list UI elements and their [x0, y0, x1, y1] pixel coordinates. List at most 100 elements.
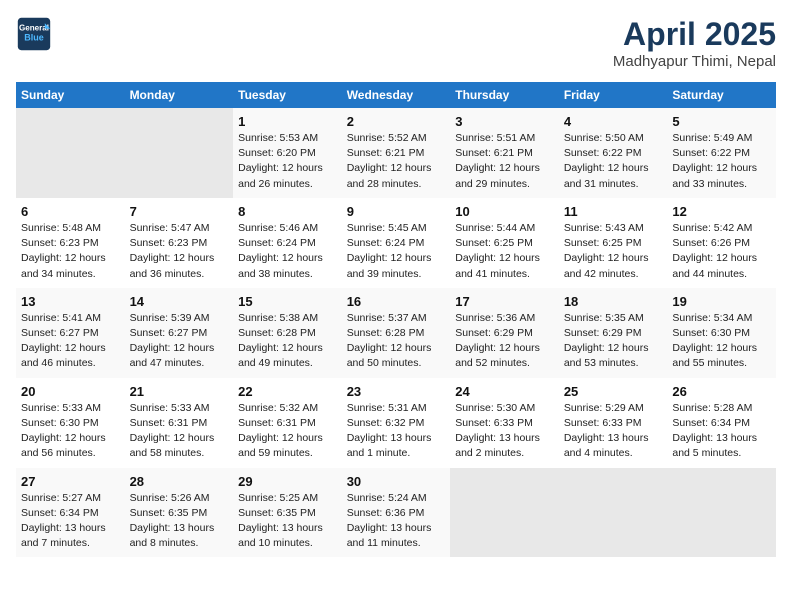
logo: General Blue	[16, 16, 52, 52]
calendar-cell: 11 Sunrise: 5:43 AMSunset: 6:25 PMDayligh…	[559, 198, 668, 288]
calendar-cell: 20 Sunrise: 5:33 AMSunset: 6:30 PMDayligh…	[16, 378, 125, 468]
calendar-cell: 29Sunrise: 5:25 AMSunset: 6:35 PMDayligh…	[233, 468, 342, 558]
day-info: Sunrise: 5:34 AMSunset: 6:30 PMDaylight:…	[672, 311, 771, 372]
day-info: Sunrise: 5:33 AMSunset: 6:30 PMDaylight:…	[21, 401, 120, 462]
day-number: 7	[130, 204, 229, 219]
day-number: 3	[455, 114, 554, 129]
calendar-cell: 3 Sunrise: 5:51 AMSunset: 6:21 PMDaylight…	[450, 108, 559, 198]
day-info: Sunrise: 5:44 AMSunset: 6:25 PMDaylight:…	[455, 221, 554, 282]
calendar-cell: 17Sunrise: 5:36 AMSunset: 6:29 PMDayligh…	[450, 288, 559, 378]
day-info: Sunrise: 5:31 AMSunset: 6:32 PMDaylight:…	[347, 401, 446, 462]
day-info: Sunrise: 5:35 AMSunset: 6:29 PMDaylight:…	[564, 311, 663, 372]
day-number: 20	[21, 384, 120, 399]
day-number: 24	[455, 384, 554, 399]
calendar-cell: 19 Sunrise: 5:34 AMSunset: 6:30 PMDayligh…	[667, 288, 776, 378]
day-number: 19	[672, 294, 771, 309]
calendar-cell: 1 Sunrise: 5:53 AMSunset: 6:20 PMDaylight…	[233, 108, 342, 198]
calendar-table: SundayMondayTuesdayWednesdayThursdayFrid…	[16, 82, 776, 557]
day-info: Sunrise: 5:33 AMSunset: 6:31 PMDaylight:…	[130, 401, 229, 462]
day-number: 1	[238, 114, 337, 129]
day-info: Sunrise: 5:43 AMSunset: 6:25 PMDaylight:…	[564, 221, 663, 282]
svg-text:Blue: Blue	[24, 32, 44, 42]
day-info: Sunrise: 5:26 AMSunset: 6:35 PMDaylight:…	[130, 491, 229, 552]
day-info: Sunrise: 5:52 AMSunset: 6:21 PMDaylight:…	[347, 131, 446, 192]
day-info: Sunrise: 5:42 AMSunset: 6:26 PMDaylight:…	[672, 221, 771, 282]
calendar-cell	[16, 108, 125, 198]
calendar-header: SundayMondayTuesdayWednesdayThursdayFrid…	[16, 82, 776, 108]
calendar-cell: 5Sunrise: 5:49 AMSunset: 6:22 PMDaylight…	[667, 108, 776, 198]
day-info: Sunrise: 5:49 AMSunset: 6:22 PMDaylight:…	[672, 131, 771, 192]
header-saturday: Saturday	[667, 82, 776, 108]
calendar-cell: 4Sunrise: 5:50 AMSunset: 6:22 PMDaylight…	[559, 108, 668, 198]
calendar-cell: 9 Sunrise: 5:45 AMSunset: 6:24 PMDaylight…	[342, 198, 451, 288]
calendar-cell: 21 Sunrise: 5:33 AMSunset: 6:31 PMDayligh…	[125, 378, 234, 468]
day-info: Sunrise: 5:37 AMSunset: 6:28 PMDaylight:…	[347, 311, 446, 372]
day-number: 15	[238, 294, 337, 309]
day-info: Sunrise: 5:47 AMSunset: 6:23 PMDaylight:…	[130, 221, 229, 282]
calendar-cell: 8Sunrise: 5:46 AMSunset: 6:24 PMDaylight…	[233, 198, 342, 288]
calendar-cell	[559, 468, 668, 558]
day-info: Sunrise: 5:53 AMSunset: 6:20 PMDaylight:…	[238, 131, 337, 192]
calendar-cell: 16 Sunrise: 5:37 AMSunset: 6:28 PMDayligh…	[342, 288, 451, 378]
day-number: 9	[347, 204, 446, 219]
calendar-cell	[450, 468, 559, 558]
day-number: 18	[564, 294, 663, 309]
day-number: 25	[564, 384, 663, 399]
day-number: 11	[564, 204, 663, 219]
day-info: Sunrise: 5:46 AMSunset: 6:24 PMDaylight:…	[238, 221, 337, 282]
page-subtitle: Madhyapur Thimi, Nepal	[613, 53, 776, 70]
day-info: Sunrise: 5:27 AMSunset: 6:34 PMDaylight:…	[21, 491, 120, 552]
day-number: 10	[455, 204, 554, 219]
day-info: Sunrise: 5:36 AMSunset: 6:29 PMDaylight:…	[455, 311, 554, 372]
day-info: Sunrise: 5:28 AMSunset: 6:34 PMDaylight:…	[672, 401, 771, 462]
header-thursday: Thursday	[450, 82, 559, 108]
calendar-cell: 25 Sunrise: 5:29 AMSunset: 6:33 PMDayligh…	[559, 378, 668, 468]
week-row-4: 20 Sunrise: 5:33 AMSunset: 6:30 PMDayligh…	[16, 378, 776, 468]
calendar-cell: 13 Sunrise: 5:41 AMSunset: 6:27 PMDayligh…	[16, 288, 125, 378]
day-number: 30	[347, 474, 446, 489]
calendar-cell: 10 Sunrise: 5:44 AMSunset: 6:25 PMDayligh…	[450, 198, 559, 288]
calendar-cell: 15Sunrise: 5:38 AMSunset: 6:28 PMDayligh…	[233, 288, 342, 378]
day-info: Sunrise: 5:51 AMSunset: 6:21 PMDaylight:…	[455, 131, 554, 192]
title-area: April 2025 Madhyapur Thimi, Nepal	[613, 16, 776, 70]
svg-text:General: General	[19, 23, 49, 32]
day-number: 13	[21, 294, 120, 309]
week-row-2: 6Sunrise: 5:48 AMSunset: 6:23 PMDaylight…	[16, 198, 776, 288]
calendar-cell: 18 Sunrise: 5:35 AMSunset: 6:29 PMDayligh…	[559, 288, 668, 378]
day-info: Sunrise: 5:29 AMSunset: 6:33 PMDaylight:…	[564, 401, 663, 462]
day-number: 28	[130, 474, 229, 489]
calendar-cell: 12 Sunrise: 5:42 AMSunset: 6:26 PMDayligh…	[667, 198, 776, 288]
day-number: 22	[238, 384, 337, 399]
day-number: 21	[130, 384, 229, 399]
day-number: 23	[347, 384, 446, 399]
calendar-cell: 30Sunrise: 5:24 AMSunset: 6:36 PMDayligh…	[342, 468, 451, 558]
day-info: Sunrise: 5:45 AMSunset: 6:24 PMDaylight:…	[347, 221, 446, 282]
day-number: 16	[347, 294, 446, 309]
page-title: April 2025	[613, 16, 776, 53]
header-friday: Friday	[559, 82, 668, 108]
header: General Blue April 2025 Madhyapur Thimi,…	[16, 16, 776, 70]
day-number: 4	[564, 114, 663, 129]
day-info: Sunrise: 5:32 AMSunset: 6:31 PMDaylight:…	[238, 401, 337, 462]
day-info: Sunrise: 5:39 AMSunset: 6:27 PMDaylight:…	[130, 311, 229, 372]
calendar-cell: 26 Sunrise: 5:28 AMSunset: 6:34 PMDayligh…	[667, 378, 776, 468]
header-monday: Monday	[125, 82, 234, 108]
calendar-cell: 28 Sunrise: 5:26 AMSunset: 6:35 PMDayligh…	[125, 468, 234, 558]
calendar-cell: 22 Sunrise: 5:32 AMSunset: 6:31 PMDayligh…	[233, 378, 342, 468]
calendar-cell: 7 Sunrise: 5:47 AMSunset: 6:23 PMDaylight…	[125, 198, 234, 288]
week-row-3: 13 Sunrise: 5:41 AMSunset: 6:27 PMDayligh…	[16, 288, 776, 378]
day-info: Sunrise: 5:41 AMSunset: 6:27 PMDaylight:…	[21, 311, 120, 372]
calendar-cell: 23 Sunrise: 5:31 AMSunset: 6:32 PMDayligh…	[342, 378, 451, 468]
calendar-cell: 14 Sunrise: 5:39 AMSunset: 6:27 PMDayligh…	[125, 288, 234, 378]
calendar-cell	[125, 108, 234, 198]
day-number: 6	[21, 204, 120, 219]
day-number: 26	[672, 384, 771, 399]
logo-icon: General Blue	[16, 16, 52, 52]
header-wednesday: Wednesday	[342, 82, 451, 108]
day-number: 14	[130, 294, 229, 309]
day-info: Sunrise: 5:30 AMSunset: 6:33 PMDaylight:…	[455, 401, 554, 462]
calendar-cell: 2 Sunrise: 5:52 AMSunset: 6:21 PMDaylight…	[342, 108, 451, 198]
day-number: 29	[238, 474, 337, 489]
day-number: 12	[672, 204, 771, 219]
day-number: 2	[347, 114, 446, 129]
